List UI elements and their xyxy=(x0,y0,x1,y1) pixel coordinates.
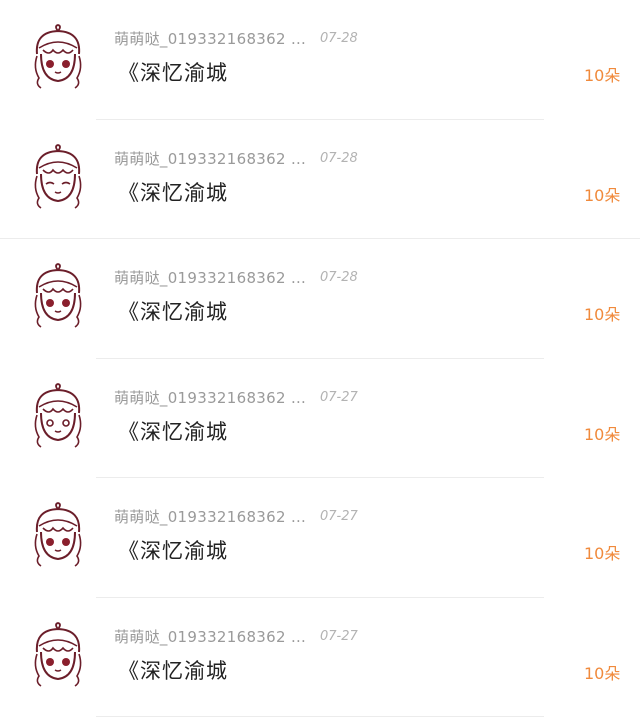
gift-message: 《深忆渝城 xyxy=(118,419,228,444)
cartoon-girl-avatar-icon[interactable] xyxy=(27,382,89,451)
gift-date: 07-28 xyxy=(320,31,358,46)
gift-date: 07-27 xyxy=(320,509,358,524)
list-item[interactable]: 萌萌哒_019332168362 … 07-27 《深忆渝城 10朵 xyxy=(0,478,640,598)
gift-date: 07-28 xyxy=(320,270,358,285)
cartoon-girl-avatar-icon[interactable] xyxy=(27,143,89,212)
cartoon-girl-avatar-icon[interactable] xyxy=(27,502,89,570)
sender-name: 萌萌哒_019332168362 … xyxy=(114,508,307,526)
gift-message: 《深忆渝城 xyxy=(118,539,228,563)
avatar-drawing xyxy=(34,24,82,89)
gift-amount: 10朵 xyxy=(584,185,621,205)
avatar-drawing xyxy=(34,263,82,328)
avatar-drawing xyxy=(34,502,82,567)
gift-message: 《深忆渝城 xyxy=(118,180,228,205)
gift-message: 《深忆渝城 xyxy=(118,300,228,324)
gift-record-list: 萌萌哒_019332168362 … 07-28 《深忆渝城 10朵 萌萌哒_0… xyxy=(0,0,640,717)
gift-message: 《深忆渝城 xyxy=(118,658,228,683)
cartoon-girl-avatar-icon[interactable] xyxy=(27,621,89,690)
gift-amount: 10朵 xyxy=(584,544,621,563)
list-item[interactable]: 萌萌哒_019332168362 … 07-28 《深忆渝城 10朵 xyxy=(0,239,640,359)
list-item[interactable]: 萌萌哒_019332168362 … 07-28 《深忆渝城 10朵 xyxy=(0,120,640,239)
sender-name: 萌萌哒_019332168362 … xyxy=(114,30,307,48)
gift-amount: 10朵 xyxy=(584,424,621,444)
list-item[interactable]: 萌萌哒_019332168362 … 07-27 《深忆渝城 10朵 xyxy=(0,598,640,717)
sender-name: 萌萌哒_019332168362 … xyxy=(114,627,307,646)
avatar-drawing xyxy=(34,382,82,448)
gift-amount: 10朵 xyxy=(584,663,621,683)
sender-name: 萌萌哒_019332168362 … xyxy=(114,388,307,407)
gift-message: 《深忆渝城 xyxy=(118,61,228,85)
list-item[interactable]: 萌萌哒_019332168362 … 07-28 《深忆渝城 10朵 xyxy=(0,0,640,120)
avatar-drawing xyxy=(34,143,82,209)
sender-name: 萌萌哒_019332168362 … xyxy=(114,269,307,287)
gift-date: 07-28 xyxy=(320,150,358,166)
cartoon-girl-avatar-icon[interactable] xyxy=(27,263,89,331)
cartoon-girl-avatar-icon[interactable] xyxy=(27,24,89,92)
list-item[interactable]: 萌萌哒_019332168362 … 07-27 《深忆渝城 10朵 xyxy=(0,359,640,478)
avatar-drawing xyxy=(34,621,82,687)
sender-name: 萌萌哒_019332168362 … xyxy=(114,149,307,168)
gift-date: 07-27 xyxy=(320,628,358,644)
gift-amount: 10朵 xyxy=(584,66,621,85)
gift-amount: 10朵 xyxy=(584,305,621,324)
gift-date: 07-27 xyxy=(320,389,358,405)
